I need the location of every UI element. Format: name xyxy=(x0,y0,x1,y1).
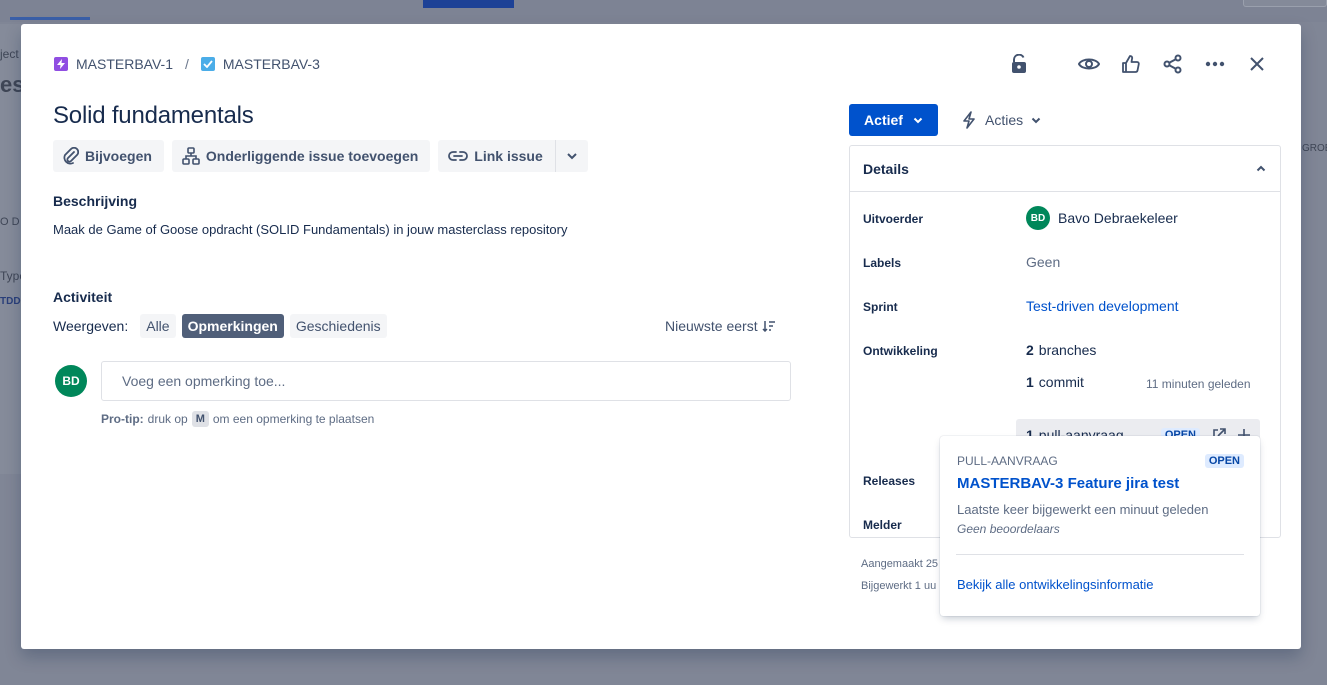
breadcrumb-issue-link[interactable]: MASTERBAV-3 xyxy=(223,56,320,72)
toolbar-more-dropdown[interactable] xyxy=(554,140,588,172)
actions-dropdown[interactable]: Acties xyxy=(961,106,1041,134)
protip: Pro-tip: druk op M om een opmerking te p… xyxy=(101,411,374,427)
link-icon xyxy=(448,151,469,161)
filter-all[interactable]: Alle xyxy=(140,314,176,338)
eye-icon[interactable] xyxy=(1073,50,1105,78)
commit-count: 1 xyxy=(1026,374,1034,390)
popup-divider xyxy=(956,554,1244,555)
chevron-up-icon xyxy=(1256,165,1266,172)
background-button xyxy=(423,0,514,8)
show-label: Weergeven: xyxy=(53,318,129,334)
background-search xyxy=(1243,0,1327,7)
labels-value[interactable]: Geen xyxy=(1026,254,1060,270)
header-actions xyxy=(1003,50,1273,78)
chevron-down-icon xyxy=(913,117,923,123)
background-text: O D xyxy=(0,216,20,228)
attach-button-label: Bijvoegen xyxy=(85,148,152,164)
popup-reviewers-text: Geen beoordelaars xyxy=(957,522,1060,536)
current-user-avatar: BD xyxy=(55,365,87,397)
releases-label: Releases xyxy=(863,474,916,488)
link-issue-label: Link issue xyxy=(474,148,543,164)
popup-status-badge: OPEN xyxy=(1204,454,1244,468)
activity-filter-row: Weergeven: Alle Opmerkingen Geschiedenis xyxy=(53,314,387,338)
commit-time: 11 minuten geleden xyxy=(1146,377,1251,391)
pull-request-popup: PULL-AANVRAAG OPEN MASTERBAV-3 Feature j… xyxy=(940,436,1260,616)
issue-modal: MASTERBAV-1 / MASTERBAV-3 Solid fundamen… xyxy=(21,24,1301,649)
sprint-link[interactable]: Test-driven development xyxy=(1026,298,1179,314)
lock-icon[interactable] xyxy=(1003,50,1035,78)
popup-label: PULL-AANVRAAG xyxy=(957,454,1058,468)
breadcrumb-parent-link[interactable]: MASTERBAV-1 xyxy=(76,56,173,72)
more-icon[interactable] xyxy=(1199,50,1231,78)
assignee-field[interactable]: BD Bavo Debraekeleer xyxy=(1026,206,1178,230)
created-date: Aangemaakt 25 xyxy=(861,558,939,570)
assignee-label: Uitvoerder xyxy=(863,212,924,226)
chevron-down-icon xyxy=(1031,117,1041,123)
labels-label: Labels xyxy=(863,256,902,270)
branches-count: 2 xyxy=(1026,342,1034,358)
sort-icon xyxy=(762,321,775,332)
epic-icon xyxy=(54,57,68,71)
add-child-issue-button[interactable]: Onderliggende issue toevoegen xyxy=(171,140,431,172)
sprint-label: Sprint xyxy=(863,300,898,314)
branches-text: branches xyxy=(1038,342,1097,358)
development-label: Ontwikkeling xyxy=(863,344,938,358)
popup-updated-text: Laatste keer bijgewerkt een minuut geled… xyxy=(957,502,1209,517)
activity-heading: Activiteit xyxy=(53,289,113,305)
description-heading: Beschrijving xyxy=(53,193,138,209)
branches-link[interactable]: 2 branches xyxy=(1026,342,1096,358)
background-text: ject xyxy=(0,47,19,61)
details-heading: Details xyxy=(863,160,909,177)
sort-toggle[interactable]: Nieuwste eerst xyxy=(665,318,776,334)
assignee-avatar: BD xyxy=(1026,206,1050,230)
protip-label: Pro-tip: xyxy=(101,412,144,426)
add-child-issue-label: Onderliggende issue toevoegen xyxy=(205,148,419,164)
protip-post: om een opmerking te plaatsen xyxy=(212,412,375,426)
link-issue-button[interactable]: Link issue xyxy=(438,140,555,172)
breadcrumb: MASTERBAV-1 / MASTERBAV-3 xyxy=(54,56,320,72)
background-text: est xyxy=(0,72,21,97)
background-text: GROE xyxy=(1302,143,1327,154)
filter-history[interactable]: Geschiedenis xyxy=(289,314,387,338)
description-text[interactable]: Maak de Game of Goose opdracht (SOLID Fu… xyxy=(53,222,567,237)
protip-key: M xyxy=(191,411,209,427)
sort-label: Nieuwste eerst xyxy=(665,318,758,334)
status-label: Actief xyxy=(864,112,903,128)
reporter-label: Melder xyxy=(863,518,902,532)
popup-dev-info-link[interactable]: Bekijk alle ontwikkelingsinformatie xyxy=(957,577,1154,592)
issue-toolbar: Bijvoegen Onderliggende issue toevoegen … xyxy=(53,140,588,172)
actions-label: Acties xyxy=(985,112,1024,128)
commit-text: commit xyxy=(1038,374,1084,390)
status-dropdown[interactable]: Actief xyxy=(849,104,938,136)
commit-link[interactable]: 1 commit xyxy=(1026,374,1084,390)
filter-comments[interactable]: Opmerkingen xyxy=(181,314,284,338)
updated-date: Bijgewerkt 1 uu xyxy=(861,580,937,592)
comment-input[interactable]: Voeg een opmerking toe... xyxy=(101,361,791,401)
details-header[interactable]: Details xyxy=(850,146,1280,192)
link-issue-group: Link issue xyxy=(438,140,588,172)
chevron-down-icon xyxy=(567,153,577,160)
background-text: TDD xyxy=(0,296,21,307)
lightning-icon xyxy=(963,111,975,129)
paperclip-icon xyxy=(63,147,79,165)
task-icon xyxy=(200,57,215,71)
protip-pre: druk op xyxy=(147,412,188,426)
breadcrumb-separator: / xyxy=(185,56,189,72)
background-tab-indicator xyxy=(10,17,90,20)
close-icon[interactable] xyxy=(1241,50,1273,78)
hierarchy-icon xyxy=(182,147,200,165)
share-icon[interactable] xyxy=(1157,50,1189,78)
background-topbar xyxy=(0,0,1327,22)
attach-button[interactable]: Bijvoegen xyxy=(53,140,164,172)
assignee-name: Bavo Debraekeleer xyxy=(1058,210,1178,226)
background-text: Type xyxy=(0,269,21,283)
thumbs-up-icon[interactable] xyxy=(1115,50,1147,78)
issue-title[interactable]: Solid fundamentals xyxy=(53,102,254,130)
popup-pr-title-link[interactable]: MASTERBAV-3 Feature jira test xyxy=(957,475,1179,492)
